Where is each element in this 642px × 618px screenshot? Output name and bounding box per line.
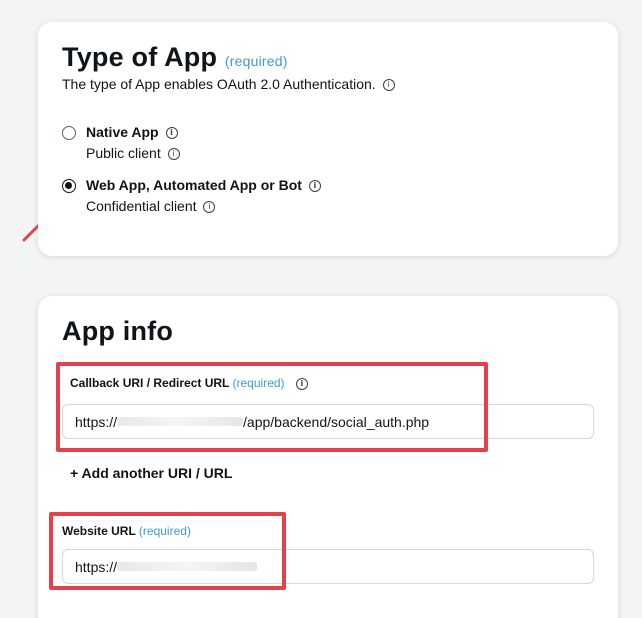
type-of-app-card: Type of App (required) The type of App e… xyxy=(38,22,618,256)
option-label-text: Native App xyxy=(86,124,159,140)
option-web-app-label[interactable]: Web App, Automated App or Bot i xyxy=(86,177,321,193)
radio-web-app[interactable] xyxy=(62,179,76,193)
info-icon[interactable]: i xyxy=(308,180,321,193)
type-of-app-title: Type of App xyxy=(62,42,218,72)
info-icon[interactable]: i xyxy=(165,127,178,140)
info-icon[interactable]: i xyxy=(167,148,180,161)
radio-native-app[interactable] xyxy=(62,126,76,140)
add-another-url-link[interactable]: + Add another URI / URL xyxy=(70,465,232,481)
required-tag: (required) xyxy=(224,53,288,69)
option-native-app-sub: Public client i xyxy=(86,145,180,161)
option-label-text: Web App, Automated App or Bot xyxy=(86,177,302,193)
description-text: The type of App enables OAuth 2.0 Authen… xyxy=(62,76,376,92)
type-of-app-heading: Type of App (required) xyxy=(62,42,288,73)
info-icon[interactable]: i xyxy=(382,79,395,92)
option-native-app-label[interactable]: Native App i xyxy=(86,124,178,140)
option-sub-text: Public client xyxy=(86,145,161,161)
canvas: Type of App (required) The type of App e… xyxy=(0,0,642,618)
type-of-app-description: The type of App enables OAuth 2.0 Authen… xyxy=(62,76,395,92)
info-icon[interactable]: i xyxy=(203,201,216,214)
app-info-title: App info xyxy=(62,316,174,346)
option-sub-text: Confidential client xyxy=(86,198,197,214)
option-web-app-sub: Confidential client i xyxy=(86,198,216,214)
callback-highlight-box xyxy=(56,362,488,452)
website-highlight-box xyxy=(49,512,286,590)
